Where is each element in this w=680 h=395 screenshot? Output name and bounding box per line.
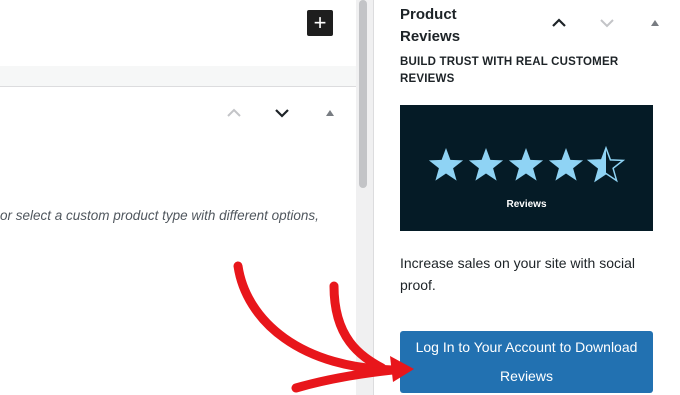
star-full-icon [508,148,544,181]
move-up-icon[interactable] [548,12,570,34]
add-block-button[interactable]: + [307,10,333,36]
product-reviews-box-title: Product Reviews [400,6,461,45]
toggle-panel-icon[interactable] [644,12,666,34]
scrollbar-thumb[interactable] [359,0,367,188]
move-down-icon[interactable] [272,103,292,123]
reviews-promo-image: Reviews [400,105,653,231]
editor-section-gap [0,66,356,87]
editor-top-strip: + [0,0,356,66]
sidebar: Product Reviews BUILD TRUST WITH REAL CU… [374,0,680,395]
move-down-icon[interactable] [596,12,618,34]
download-reviews-button[interactable]: Log In to Your Account to Download Revie… [400,331,653,393]
product-type-hint: or select a custom product type with dif… [0,208,319,223]
star-full-icon [468,148,504,181]
product-data-panel: or select a custom product type with dif… [0,87,356,395]
editor-area: + or select a custom product type with d… [0,0,356,395]
product-reviews-description: Increase sales on your site with social … [400,255,635,293]
product-reviews-tagline: BUILD TRUST WITH REAL CUSTOMER REVIEWS [400,56,619,85]
move-up-icon[interactable] [224,103,244,123]
promo-label: Reviews [506,199,547,210]
star-rating [428,146,626,183]
toggle-panel-icon[interactable] [320,103,340,123]
star-full-icon [428,148,464,181]
star-full-icon [548,148,584,181]
